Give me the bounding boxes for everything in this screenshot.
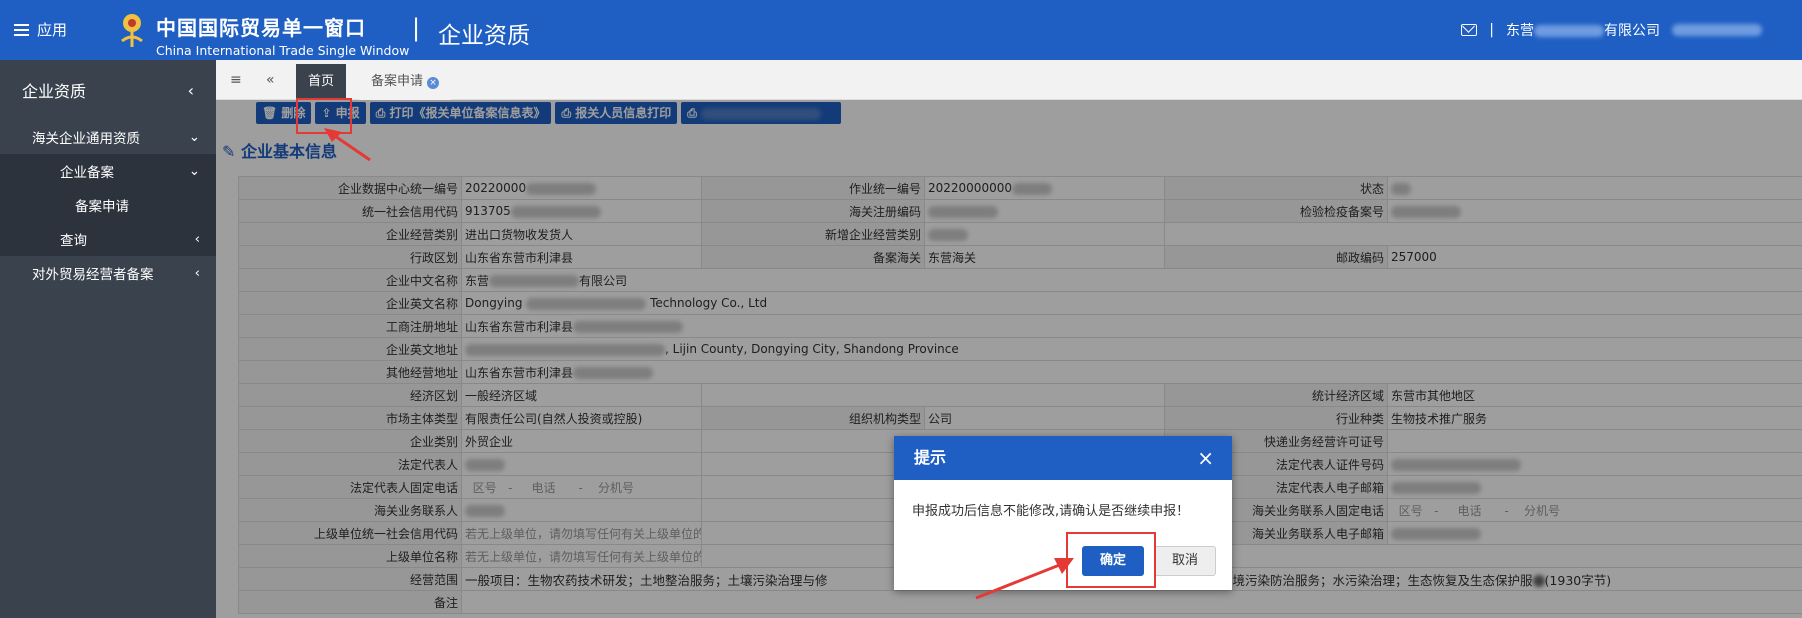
brand-en: China International Trade Single Window (156, 43, 410, 58)
dialog-title: 提示 (914, 448, 947, 467)
dialog-header: 提示 × (894, 436, 1232, 480)
header-right: | 东营 有限公司 (1461, 20, 1762, 40)
header-separator: | (412, 14, 421, 42)
app-menu-label: 应用 (37, 21, 68, 39)
sidebar-item-enterprise-filing[interactable]: 企业备案 ⌄ (0, 154, 216, 188)
customs-emblem-icon (121, 14, 143, 47)
hamburger-icon (14, 21, 29, 39)
sidebar-item-query[interactable]: 查询 ‹ (0, 222, 216, 256)
sidebar-item-customs-qualification[interactable]: 海关企业通用资质 ⌄ (0, 120, 216, 154)
double-left-icon[interactable]: « (266, 72, 275, 88)
user-name-blurred[interactable] (1672, 24, 1762, 36)
tab-filing-application[interactable]: 备案申请 × (359, 64, 452, 100)
arrow-annotation-confirm (975, 558, 1074, 600)
cancel-button[interactable]: 取消 (1154, 546, 1216, 576)
app-menu-button[interactable]: 应用 (14, 19, 67, 40)
dialog-message: 申报成功后信息不能修改,请确认是否继续申报！ (912, 504, 1190, 519)
sidebar-item-foreign-trade-filing[interactable]: 对外贸易经营者备案 ‹ (0, 256, 216, 290)
list-icon[interactable]: ≡ (230, 72, 242, 88)
tab-home[interactable]: 首页 (296, 64, 347, 100)
company-name[interactable]: 东营 有限公司 (1506, 20, 1660, 40)
close-icon[interactable]: × (1197, 436, 1214, 480)
chevron-left-icon: ‹ (187, 80, 194, 100)
brand-cn: 中国国际贸易单一窗口 (156, 16, 366, 40)
top-header: 应用 中国国际贸易单一窗口 China International Trade … (0, 0, 1802, 60)
chevron-down-icon: ⌄ (188, 163, 200, 179)
module-title: 企业资质 (438, 23, 530, 49)
chevron-left-icon: ‹ (194, 265, 200, 281)
chevron-left-icon: ‹ (194, 231, 200, 247)
chevron-down-icon: ⌄ (188, 129, 200, 145)
sidebar: 企业资质 ‹ 海关企业通用资质 ⌄ 企业备案 ⌄ 备案申请 查询 ‹ 对外贸易经营者备… (0, 60, 216, 618)
mail-icon[interactable] (1461, 24, 1478, 36)
tab-bar: ≡ « 首页 备案申请 × (216, 60, 1802, 100)
brand: 中国国际贸易单一窗口 China International Trade Sin… (156, 12, 409, 58)
header-separator-2: | (1489, 22, 1494, 38)
close-icon[interactable]: × (427, 77, 440, 89)
arrow-annotation-submit (324, 128, 371, 162)
sidebar-item-filing-application[interactable]: 备案申请 (0, 188, 216, 222)
sidebar-title[interactable]: 企业资质 ‹ (0, 60, 216, 120)
